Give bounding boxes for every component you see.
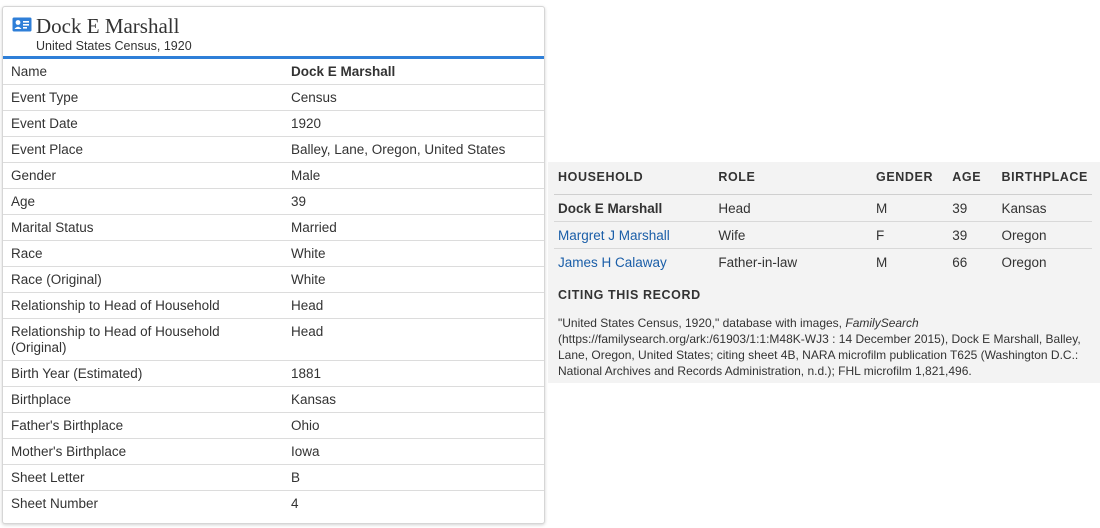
citation-part-1: "United States Census, 1920," database w… [558, 316, 846, 330]
column-header-role: ROLE [714, 162, 873, 195]
household-member-birthplace-cell: Oregon [1001, 255, 1047, 270]
household-member-link[interactable]: Margret J Marshall [558, 228, 670, 243]
citation-text: "United States Census, 1920," database w… [558, 315, 1094, 379]
detail-row: Age 39 [3, 188, 544, 215]
detail-label: Birth Year (Estimated) [3, 360, 275, 387]
detail-row: Marital Status Married [3, 214, 544, 241]
detail-row: Birthplace Kansas [3, 386, 544, 413]
detail-label: Event Type [3, 84, 275, 111]
record-title: Dock E Marshall [36, 14, 180, 38]
household-table: HOUSEHOLD ROLE GENDER AGE BIRTHPLACE Doc… [554, 162, 1092, 275]
detail-row: Event Place Balley, Lane, Oregon, United … [3, 136, 544, 163]
household-row: Dock E Marshall Head M 39 Kansas [554, 194, 1092, 222]
household-member-age-cell: 39 [948, 194, 998, 222]
citation-part-2: (https://familysearch.org/ark:/61903/1:1… [558, 332, 1081, 378]
detail-row: Father's Birthplace Ohio [3, 412, 544, 439]
household-panel: HOUSEHOLD ROLE GENDER AGE BIRTHPLACE Doc… [548, 162, 1100, 383]
detail-row: Race White [3, 240, 544, 267]
record-card: Dock E Marshall United States Census, 19… [2, 6, 545, 524]
column-header-household: HOUSEHOLD [554, 162, 715, 195]
detail-value: 4 [291, 496, 299, 511]
detail-value: Ohio [275, 412, 544, 439]
citation-source: FamilySearch [845, 316, 919, 330]
detail-row: Race (Original) White [3, 266, 544, 293]
detail-label: Event Date [3, 110, 275, 137]
detail-value: White [275, 266, 544, 293]
detail-label: Sheet Number [11, 496, 99, 511]
household-member-role-cell: Father-in-law [718, 255, 798, 270]
household-member-name: Dock E Marshall [558, 201, 663, 216]
detail-row: Name Dock E Marshall [3, 59, 544, 85]
household-member-birthplace-cell: Oregon [997, 221, 1092, 249]
detail-value: Census [275, 84, 544, 111]
detail-value: 39 [275, 188, 544, 215]
household-member-role-cell: Wife [714, 221, 873, 249]
record-subtitle: United States Census, 1920 [36, 39, 192, 53]
detail-row: Sheet Number 4 [3, 491, 544, 517]
detail-value: Male [275, 162, 544, 189]
household-member-gender-cell: M [872, 194, 949, 222]
detail-value: Kansas [275, 386, 544, 413]
detail-label: Gender [3, 162, 275, 189]
detail-label: Relationship to Head of Household (Origi… [3, 318, 275, 361]
detail-label: Mother's Birthplace [3, 438, 275, 465]
detail-row: Gender Male [3, 162, 544, 189]
detail-row: Relationship to Head of Household (Origi… [3, 318, 544, 361]
citing-heading: CITING THIS RECORD [558, 288, 701, 302]
detail-label: Relationship to Head of Household [3, 292, 275, 319]
column-header-gender: GENDER [872, 162, 949, 195]
household-row: Margret J Marshall Wife F 39 Oregon [554, 221, 1092, 249]
record-details-table: Name Dock E Marshall Event Type Census Event… [3, 59, 544, 516]
record-header: Dock E Marshall United States Census, 19… [3, 7, 544, 59]
household-member-name-cell: James H Calaway [554, 249, 714, 276]
detail-value: B [275, 464, 544, 491]
detail-value: Head [275, 292, 544, 319]
household-member-name-cell: Dock E Marshall [554, 194, 715, 222]
household-member-age-cell: 66 [952, 255, 968, 270]
detail-value: 1881 [275, 360, 544, 387]
detail-value: White [275, 240, 544, 267]
detail-label: Race [3, 240, 275, 267]
detail-value: Balley, Lane, Oregon, United States [275, 136, 544, 163]
household-member-link[interactable]: James H Calaway [558, 255, 667, 270]
detail-row: Event Type Census [3, 84, 544, 111]
detail-label: Father's Birthplace [3, 412, 275, 439]
detail-value: Dock E Marshall [275, 59, 544, 85]
detail-row: Mother's Birthplace Iowa [3, 438, 544, 465]
household-member-role-cell: Head [714, 194, 873, 222]
detail-label: Name [3, 59, 275, 85]
household-member-name-cell: Margret J Marshall [554, 221, 715, 249]
household-member-birthplace-cell: Kansas [997, 194, 1092, 222]
detail-label: Race (Original) [3, 266, 275, 293]
column-header-birthplace: BIRTHPLACE [997, 162, 1092, 195]
detail-label: Sheet Letter [3, 464, 275, 491]
person-card-icon [12, 17, 32, 32]
detail-label: Age [3, 188, 275, 215]
household-member-age-cell: 39 [948, 221, 998, 249]
detail-row: Birth Year (Estimated) 1881 [3, 360, 544, 387]
household-member-gender-cell: F [872, 221, 949, 249]
column-header-age: AGE [948, 162, 998, 195]
detail-label: Event Place [3, 136, 275, 163]
detail-row: Relationship to Head of Household Head [3, 292, 544, 319]
detail-value: Head [275, 318, 544, 361]
household-member-gender-cell: M [876, 255, 888, 270]
detail-row: Sheet Letter B [3, 464, 544, 491]
household-header-row: HOUSEHOLD ROLE GENDER AGE BIRTHPLACE [554, 162, 1092, 195]
detail-label: Marital Status [3, 214, 275, 241]
detail-value: 1920 [275, 110, 544, 137]
household-row: James H Calaway Father-in-law M 66 Oregon [554, 249, 1092, 276]
detail-value: Married [275, 214, 544, 241]
detail-label: Birthplace [3, 386, 275, 413]
detail-value: Iowa [275, 438, 544, 465]
detail-row: Event Date 1920 [3, 110, 544, 137]
